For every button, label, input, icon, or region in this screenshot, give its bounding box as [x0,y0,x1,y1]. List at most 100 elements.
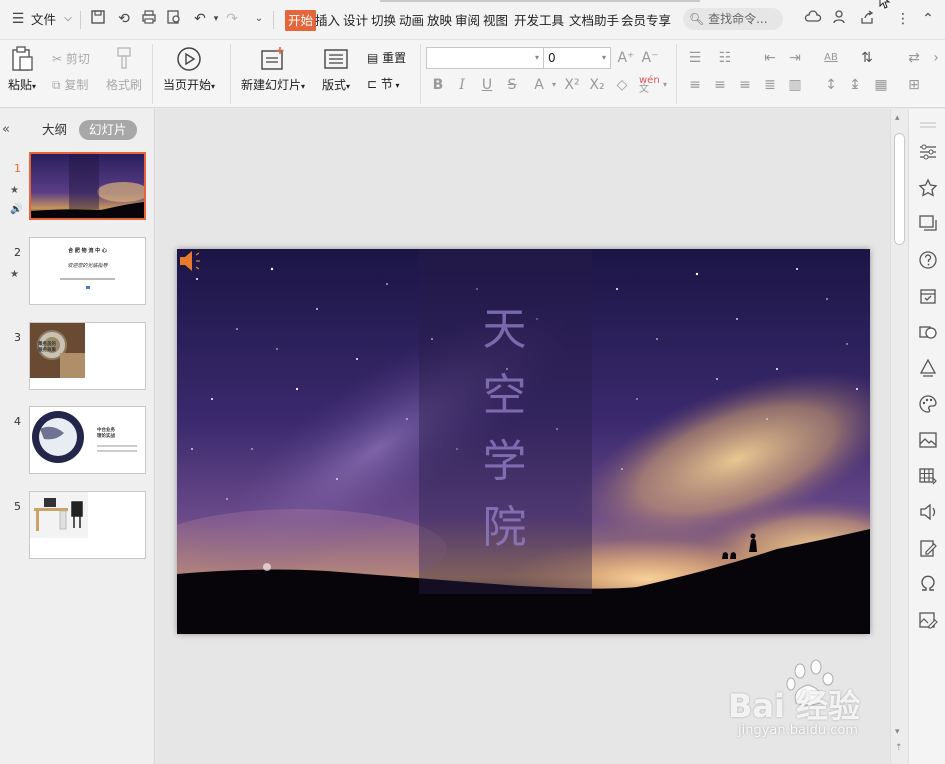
distribute-icon[interactable]: ▥ [786,76,804,94]
cloud-sync-icon[interactable] [803,9,823,29]
slide-thumbnail-3[interactable]: 乘务员的 服务效果 [29,322,146,390]
chevron-down-icon[interactable]: ⌵ [58,9,78,29]
undo-history-icon[interactable]: ⟲ [114,9,134,29]
superscript-icon[interactable]: X² [563,76,581,94]
slide-title-vertical[interactable]: 天 空 学 院 [419,297,592,561]
copy-button[interactable]: ⧉ 复制 [52,76,88,94]
audio-icon[interactable] [918,502,938,522]
tab-transitions[interactable]: 切换 [370,10,397,31]
share-icon[interactable] [857,9,877,29]
sort-direction-icon[interactable]: ⇅ [858,49,876,67]
subscript-icon[interactable]: X₂ [588,76,606,94]
image-icon[interactable] [918,430,938,450]
ribbon-scroll-right-icon[interactable]: › [927,49,945,67]
slide-thumbnail-5[interactable] [29,491,146,559]
collapse-ribbon-icon[interactable]: ⌃ [918,9,938,29]
tab-animations[interactable]: 动画 [398,10,425,31]
title-char: 天 [482,304,529,355]
reset-button[interactable]: ▤ 重置 [367,49,406,67]
layout-button[interactable]: 版式▾ [322,46,350,93]
design-inspiration-icon[interactable] [918,358,938,378]
tab-member[interactable]: 会员专享 [620,10,672,31]
eraser-icon[interactable]: ◇ [613,76,631,94]
thumbnail-line [60,278,115,280]
shrink-font-icon[interactable]: A⁻ [641,49,659,67]
properties-slider-icon[interactable] [918,142,938,162]
slide-thumbnail-1[interactable] [29,152,146,220]
increase-indent-icon[interactable]: ⇥ [786,49,804,67]
slide-thumbnail-4[interactable]: 中台业务 理论实战 [29,406,146,474]
bullet-list-icon[interactable]: ☰ [686,49,704,67]
watermark-url: jingyan.baidu.com [738,723,858,738]
user-add-icon[interactable] [830,9,850,29]
shapes-icon[interactable] [918,322,938,342]
align-right-icon[interactable]: ≡ [736,76,754,94]
thumbnail-desk-photo [30,492,88,538]
tab-view[interactable]: 视图 [482,10,509,31]
tab-design[interactable]: 设计 [342,10,369,31]
help-icon[interactable] [918,250,938,270]
current-slide[interactable]: 天 空 学 院 [177,249,870,634]
cut-button[interactable]: ✂ 剪切 [52,50,90,68]
command-search[interactable]: 🔍︎ 查找命令... [683,8,783,30]
new-slide-label: 新建幻灯片 [241,78,302,92]
scrollbar-thumb[interactable] [894,133,905,245]
section-button[interactable]: ⊏ 节 ▾ [367,75,399,93]
redo-icon[interactable]: ↷ [222,9,242,29]
format-painter-button[interactable]: 格式刷 [106,46,142,93]
color-palette-icon[interactable] [918,394,938,414]
convert-icon[interactable]: ⇄ [905,49,923,67]
hamburger-icon[interactable]: ☰ [8,9,28,29]
tab-developer[interactable]: 开发工具 [513,10,565,31]
customize-toolbar-icon[interactable]: ⌄ [249,9,269,29]
paste-button[interactable]: 粘贴▾ [8,46,36,93]
chevron-down-icon[interactable]: ▾ [656,76,674,94]
animation-star-icon[interactable] [918,178,938,198]
task-pane-icon[interactable] [918,286,938,306]
tab-outline[interactable]: 大纲 [32,120,77,140]
tab-slideshow[interactable]: 放映 [426,10,453,31]
thumbnail-text: 中台业务 理论实战 [97,428,115,439]
strikethrough-icon[interactable]: S [503,76,521,94]
scroll-up-icon[interactable]: ▴ [895,113,900,123]
from-current-slide-button[interactable]: 当页开始▾ [163,46,215,93]
tab-insert[interactable]: 插入 [314,10,341,31]
picture-edit-icon[interactable] [918,610,938,630]
justify-icon[interactable]: ≣ [761,76,779,94]
table-icon[interactable] [918,466,938,486]
print-preview-icon[interactable] [164,9,184,29]
font-size-select[interactable]: 0 ▾ [543,47,611,69]
file-menu[interactable]: 文件 [31,10,56,30]
align-left-icon[interactable]: ≡ [686,76,704,94]
font-name-select[interactable]: ▾ [426,47,544,69]
slide-thumbnail-2[interactable]: 合 肥 物 流 中 心 欢迎您的光临指导 [29,237,146,305]
bold-icon[interactable]: B [429,76,447,94]
text-box-ab-icon[interactable]: AB [822,49,840,67]
text-columns-icon[interactable]: ▦ [872,76,890,94]
thumbnail-text: 乘务员的 服务效果 [38,342,56,353]
more-vertical-icon[interactable]: ⋮ [893,9,913,29]
tab-slides[interactable]: 幻灯片 [79,120,137,140]
text-direction-icon[interactable]: ⊞ [905,76,923,94]
line-spacing-icon[interactable]: ↕ [822,76,840,94]
save-icon[interactable] [88,9,108,29]
decrease-indent-icon[interactable]: ⇤ [761,49,779,67]
align-center-icon[interactable]: ≡ [711,76,729,94]
speaker-icon[interactable] [177,249,205,273]
edit-document-icon[interactable] [918,538,938,558]
new-slide-button[interactable]: 新建幻灯片▾ [241,46,305,93]
underline-icon[interactable]: U [478,76,496,94]
italic-icon[interactable]: I [453,76,471,94]
tab-home[interactable]: 开始 [285,10,317,31]
print-icon[interactable] [139,9,159,29]
numbered-list-icon[interactable]: ☷ [716,49,734,67]
grow-font-icon[interactable]: A⁺ [617,49,635,67]
paragraph-spacing-icon[interactable]: ↨ [846,76,864,94]
tab-review[interactable]: 审阅 [454,10,481,31]
audio-icon: 🔊 [10,204,23,215]
chevron-down-icon[interactable]: ▾ [545,76,563,94]
symbol-omega-icon[interactable] [918,574,938,594]
tab-doc-assistant[interactable]: 文档助手 [568,10,620,31]
collapse-panel-icon[interactable]: « [2,122,10,137]
transition-icon[interactable] [918,213,938,233]
